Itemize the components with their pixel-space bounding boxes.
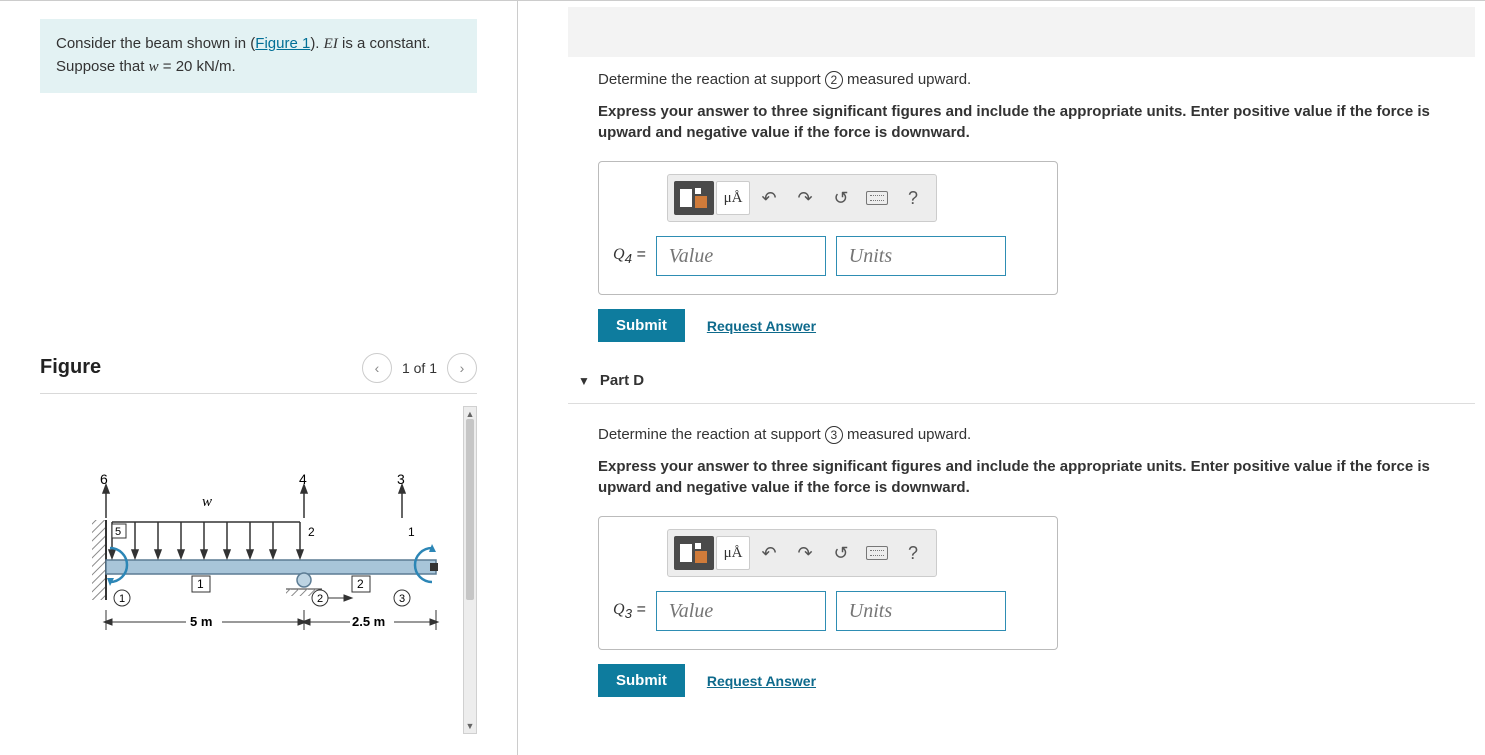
label-6: 6 xyxy=(100,471,108,487)
part-d-answer-row: Q3 = xyxy=(613,591,1043,631)
scroll-up-icon[interactable]: ▲ xyxy=(466,409,475,419)
scroll-thumb[interactable] xyxy=(466,419,474,600)
scroll-down-icon[interactable]: ▼ xyxy=(466,721,475,731)
q4-units-input[interactable] xyxy=(836,236,1006,276)
q3-label: Q3 = xyxy=(613,601,646,621)
w-var: w xyxy=(149,59,159,75)
q3-value-input[interactable] xyxy=(656,591,826,631)
part-c-answer-row: Q4 = xyxy=(613,236,1043,276)
undo-button[interactable]: ↶ xyxy=(752,181,786,215)
label-1top: 1 xyxy=(408,525,415,539)
left-panel: Consider the beam shown in (Figure 1). E… xyxy=(0,1,518,755)
label-sup3: 3 xyxy=(399,593,405,605)
divider xyxy=(568,403,1475,404)
units-button[interactable]: μÅ xyxy=(716,181,750,215)
keyboard-icon xyxy=(866,191,888,205)
label-5: 5 xyxy=(115,526,121,538)
part-c-request-link[interactable]: Request Answer xyxy=(707,318,816,334)
part-c-question: Determine the reaction at support 2 meas… xyxy=(598,71,1485,89)
label-3: 3 xyxy=(397,471,405,487)
part-c-submit-row: Submit Request Answer xyxy=(598,309,1485,342)
reset-button-d[interactable]: ↺ xyxy=(824,536,858,570)
redo-button-d[interactable]: ↷ xyxy=(788,536,822,570)
figure-section: Figure ‹ 1 of 1 › xyxy=(40,353,477,734)
figure-image: w 6 4 3 xyxy=(40,406,463,734)
template-button-d[interactable] xyxy=(674,536,714,570)
figure-link[interactable]: Figure 1 xyxy=(255,35,310,52)
part-c-instruction: Express your answer to three significant… xyxy=(598,101,1485,143)
label-dim2: 2.5 m xyxy=(352,614,385,629)
figure-prev-button[interactable]: ‹ xyxy=(362,353,392,383)
problem-statement: Consider the beam shown in (Figure 1). E… xyxy=(40,19,477,93)
undo-button-d[interactable]: ↶ xyxy=(752,536,786,570)
figure-counter: 1 of 1 xyxy=(402,360,437,376)
q4-label: Q4 = xyxy=(613,246,646,266)
support-num-2: 2 xyxy=(825,71,843,89)
template-button[interactable] xyxy=(674,181,714,215)
figure-title: Figure xyxy=(40,356,101,379)
scroll-track[interactable] xyxy=(464,419,476,721)
w-eq: = 20 kN/m. xyxy=(159,58,236,75)
part-d-submit-button[interactable]: Submit xyxy=(598,664,685,697)
redo-button[interactable]: ↷ xyxy=(788,181,822,215)
keyboard-button[interactable] xyxy=(860,181,894,215)
part-d-instruction: Express your answer to three significant… xyxy=(598,456,1485,498)
part-d-question: Determine the reaction at support 3 meas… xyxy=(598,426,1485,444)
part-c-submit-button[interactable]: Submit xyxy=(598,309,685,342)
label-dim1: 5 m xyxy=(190,614,212,629)
part-d-title: Part D xyxy=(600,372,644,389)
figure-body: w 6 4 3 xyxy=(40,394,477,734)
help-button-d[interactable]: ? xyxy=(896,536,930,570)
label-w: w xyxy=(202,494,212,510)
label-sup2: 2 xyxy=(317,593,323,605)
right-panel: Determine the reaction at support 2 meas… xyxy=(518,1,1485,755)
q3-units-input[interactable] xyxy=(836,591,1006,631)
part-d-block: ▼ Part D Determine the reaction at suppo… xyxy=(518,372,1485,697)
units-button-d[interactable]: μÅ xyxy=(716,536,750,570)
ei-text: EI xyxy=(324,36,338,52)
help-button[interactable]: ? xyxy=(896,181,930,215)
label-span2: 2 xyxy=(357,577,364,591)
figure-nav: ‹ 1 of 1 › xyxy=(362,353,477,383)
support-num-3: 3 xyxy=(825,426,843,444)
label-4: 4 xyxy=(299,471,307,487)
part-c-block: Determine the reaction at support 2 meas… xyxy=(518,7,1485,342)
label-span1: 1 xyxy=(197,577,204,591)
part-c-answer-box: μÅ ↶ ↷ ↺ ? Q4 = xyxy=(598,161,1058,295)
keyboard-button-d[interactable] xyxy=(860,536,894,570)
part-d-submit-row: Submit Request Answer xyxy=(598,664,1485,697)
keyboard-icon xyxy=(866,546,888,560)
part-c-toolbar: μÅ ↶ ↷ ↺ ? xyxy=(667,174,937,222)
problem-text-pre: Consider the beam shown in ( xyxy=(56,35,255,52)
figure-scrollbar[interactable]: ▲ ▼ xyxy=(463,406,477,734)
q4-value-input[interactable] xyxy=(656,236,826,276)
part-d-header[interactable]: ▼ Part D xyxy=(578,372,1485,397)
caret-down-icon: ▼ xyxy=(578,374,590,388)
label-sup1: 1 xyxy=(119,593,125,605)
part-c-header-bar xyxy=(568,7,1475,57)
label-2top: 2 xyxy=(308,525,315,539)
part-d-answer-box: μÅ ↶ ↷ ↺ ? Q3 = xyxy=(598,516,1058,650)
part-d-toolbar: μÅ ↶ ↷ ↺ ? xyxy=(667,529,937,577)
figure-header: Figure ‹ 1 of 1 › xyxy=(40,353,477,394)
part-d-request-link[interactable]: Request Answer xyxy=(707,673,816,689)
problem-text-mid: ). xyxy=(310,35,323,52)
figure-next-button[interactable]: › xyxy=(447,353,477,383)
reset-button[interactable]: ↺ xyxy=(824,181,858,215)
